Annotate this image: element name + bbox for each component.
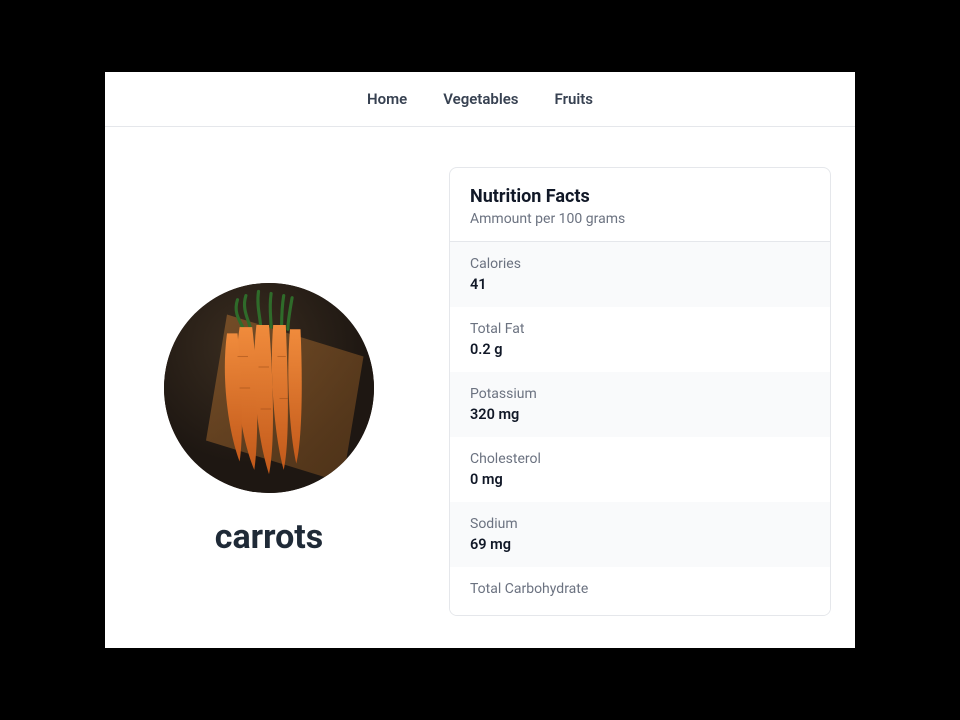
nutrition-fact: Sodium 69 mg: [450, 502, 830, 567]
nutrition-fact: Total Carbohydrate: [450, 567, 830, 615]
page-frame: Home Vegetables Fruits: [105, 72, 855, 648]
nutrition-fact: Potassium 320 mg: [450, 372, 830, 437]
content-area: carrots Nutrition Facts Ammount per 100 …: [105, 127, 855, 643]
nutrition-fact-value: 41: [470, 276, 810, 293]
nutrition-card: Nutrition Facts Ammount per 100 grams Ca…: [449, 167, 831, 616]
nutrition-fact-label: Total Fat: [470, 321, 810, 337]
nutrition-fact-label: Cholesterol: [470, 451, 810, 467]
nutrition-fact-label: Total Carbohydrate: [470, 581, 810, 597]
nav-link-home[interactable]: Home: [367, 90, 407, 108]
nutrition-fact-list: Calories 41 Total Fat 0.2 g Potassium 32…: [450, 242, 830, 615]
nutrition-title: Nutrition Facts: [470, 186, 810, 207]
nutrition-fact: Calories 41: [450, 242, 830, 307]
nutrition-panel: Nutrition Facts Ammount per 100 grams Ca…: [449, 167, 831, 643]
nutrition-fact-value: 0.2 g: [470, 341, 810, 358]
nav-link-vegetables[interactable]: Vegetables: [443, 90, 518, 108]
nutrition-fact-value: 69 mg: [470, 536, 810, 553]
product-name: carrots: [215, 517, 323, 557]
nutrition-fact: Cholesterol 0 mg: [450, 437, 830, 502]
nav-link-fruits[interactable]: Fruits: [555, 90, 593, 108]
nutrition-fact-label: Potassium: [470, 386, 810, 402]
nutrition-subtitle: Ammount per 100 grams: [470, 211, 810, 227]
nutrition-fact-label: Sodium: [470, 516, 810, 532]
nutrition-fact-value: 320 mg: [470, 406, 810, 423]
nutrition-card-header: Nutrition Facts Ammount per 100 grams: [450, 168, 830, 242]
nutrition-fact-label: Calories: [470, 256, 810, 272]
product-summary: carrots: [129, 197, 409, 643]
product-image: [164, 283, 374, 493]
nutrition-fact: Total Fat 0.2 g: [450, 307, 830, 372]
nutrition-fact-value: 0 mg: [470, 471, 810, 488]
top-nav: Home Vegetables Fruits: [105, 72, 855, 127]
